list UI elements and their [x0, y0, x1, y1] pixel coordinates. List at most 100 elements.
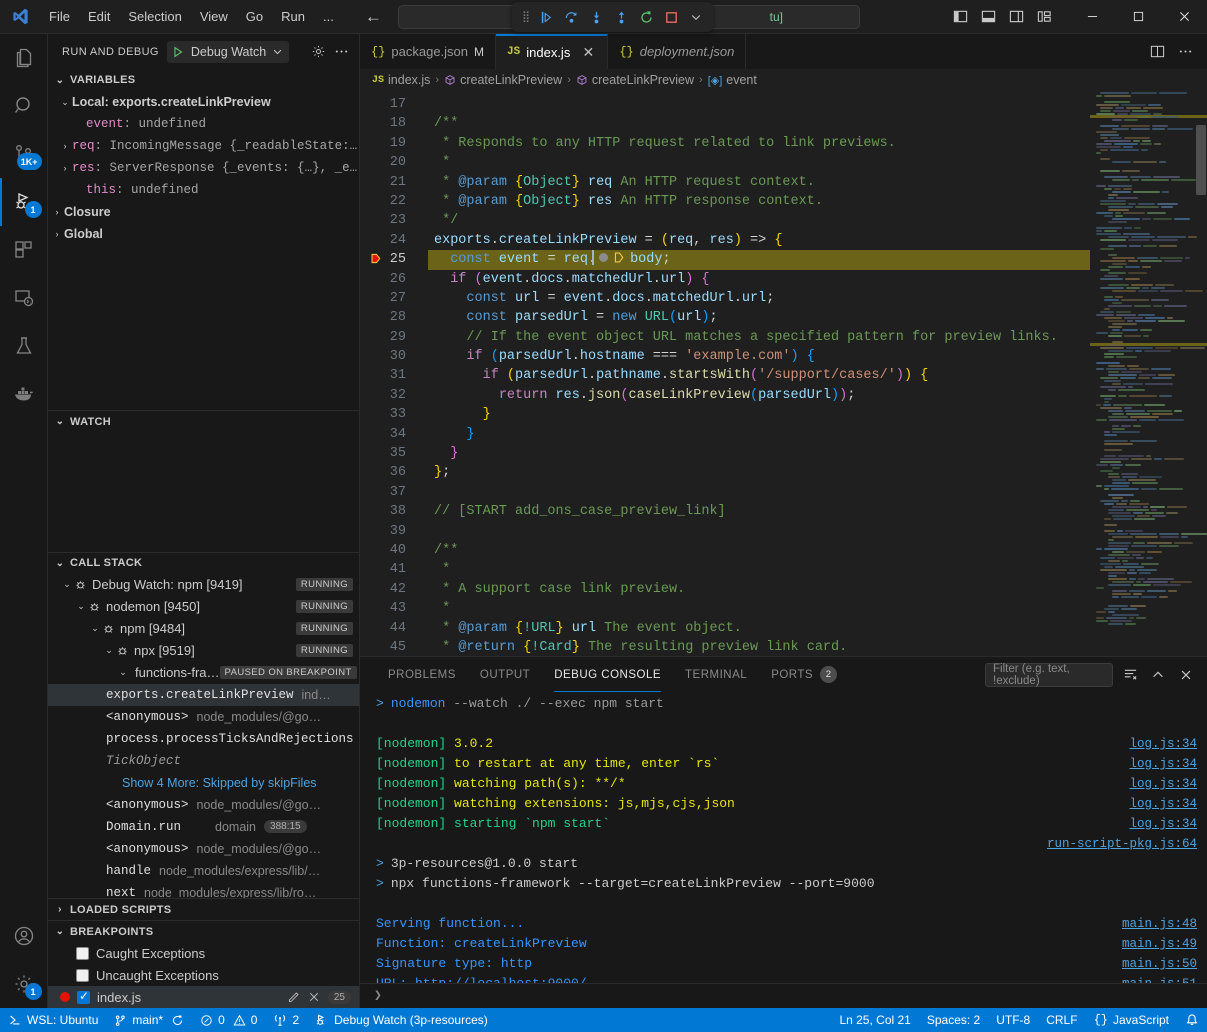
call-stack-frame[interactable]: exports.createLinkPreview ind…	[48, 684, 359, 706]
call-stack-frame[interactable]: TickObject	[48, 750, 359, 772]
line-number[interactable]: 18	[360, 114, 428, 133]
minimap[interactable]	[1090, 91, 1207, 656]
code-line-paused[interactable]: const event = req.body;	[428, 250, 1090, 269]
line-number[interactable]: 38	[360, 502, 428, 521]
chevron-down-icon[interactable]: ⌄	[116, 667, 130, 678]
call-stack-session[interactable]: ⌄ npx [9519] RUNNING	[48, 640, 359, 662]
debug-console-input[interactable]: ❯	[360, 983, 1207, 1008]
line-number[interactable]: 45	[360, 638, 428, 656]
status-git-branch[interactable]: main*	[106, 1008, 192, 1032]
stop-button[interactable]	[660, 6, 682, 28]
code-line[interactable]: }	[428, 444, 1090, 463]
checkbox[interactable]	[76, 947, 89, 960]
code-line[interactable]: if (event.docs.matchedUrl.url) {	[428, 270, 1090, 289]
call-stack-section-header[interactable]: ⌄ CALL STACK	[48, 552, 359, 574]
tab-problems[interactable]: PROBLEMS	[376, 657, 468, 692]
line-number[interactable]: 43	[360, 599, 428, 618]
code-line[interactable]: // If the event object URL matches a spe…	[428, 328, 1090, 347]
variable-row[interactable]: event: undefined	[48, 113, 359, 135]
variables-section-header[interactable]: ⌄ VARIABLES	[48, 69, 359, 91]
status-remote-indicator[interactable]: WSL: Ubuntu	[0, 1008, 106, 1032]
menu-file[interactable]: File	[40, 6, 79, 27]
activity-item-extensions[interactable]	[0, 226, 48, 274]
code-line[interactable]	[428, 95, 1090, 114]
breadcrumb-symbol[interactable]: [◈] event	[708, 73, 757, 87]
code-editor[interactable]: 1718192021222324252627282930313233343536…	[360, 91, 1207, 656]
tab-ports[interactable]: PORTS 2	[759, 657, 849, 692]
close-icon[interactable]: ✕	[580, 44, 596, 61]
collapse-panel-icon[interactable]	[1147, 664, 1169, 686]
step-over-button[interactable]	[560, 6, 582, 28]
code-line[interactable]: *	[428, 599, 1090, 618]
line-number[interactable]: 33	[360, 405, 428, 424]
toggle-primary-sidebar-icon[interactable]	[947, 4, 973, 30]
window-maximize-button[interactable]	[1115, 0, 1161, 34]
customize-layout-icon[interactable]	[1031, 4, 1057, 30]
code-line[interactable]	[428, 522, 1090, 541]
console-source-link[interactable]: main.js:49	[1122, 934, 1197, 954]
line-number[interactable]: 28	[360, 308, 428, 327]
menu-go[interactable]: Go	[237, 6, 272, 27]
activity-item-testing[interactable]	[0, 322, 48, 370]
line-number[interactable]: 40	[360, 541, 428, 560]
window-close-button[interactable]	[1161, 0, 1207, 34]
call-stack-session[interactable]: ⌄ nodemon [9450] RUNNING	[48, 596, 359, 618]
loaded-scripts-section-header[interactable]: › LOADED SCRIPTS	[48, 898, 359, 920]
call-stack-frame[interactable]: process.processTicksAndRejections	[48, 728, 359, 750]
line-number[interactable]: 41	[360, 560, 428, 579]
tab-deployment-json[interactable]: {} deployment.json	[608, 34, 746, 69]
code-line[interactable]: const parsedUrl = new URL(url);	[428, 308, 1090, 327]
chevron-down-icon[interactable]: ⌄	[60, 579, 74, 590]
console-source-link[interactable]: log.js:34	[1129, 734, 1197, 754]
status-indentation[interactable]: Spaces: 2	[919, 1008, 988, 1032]
code-line[interactable]: }	[428, 405, 1090, 424]
restart-button[interactable]	[635, 6, 657, 28]
call-stack-show-more[interactable]: Show 4 More: Skipped by skipFiles	[48, 772, 359, 794]
code-line[interactable]: }	[428, 425, 1090, 444]
breakpoint-file[interactable]: index.js 25	[48, 986, 359, 1008]
line-number[interactable]: 36	[360, 463, 428, 482]
code-line[interactable]: * @param {Object} req An HTTP request co…	[428, 173, 1090, 192]
status-language-mode[interactable]: {} JavaScript	[1086, 1008, 1177, 1032]
sidebar-more-actions-icon[interactable]	[331, 42, 351, 62]
variable-row[interactable]: › req: IncomingMessage {_readableState:…	[48, 135, 359, 157]
console-source-link[interactable]: main.js:51	[1122, 974, 1197, 983]
code-line[interactable]: * @param {!URL} url The event object.	[428, 619, 1090, 638]
console-source-link[interactable]: log.js:34	[1129, 794, 1197, 814]
activity-item-accounts[interactable]	[0, 912, 48, 960]
call-stack-frame[interactable]: <anonymous> node_modules/@go…	[48, 838, 359, 860]
call-stack-frame[interactable]: handle node_modules/express/lib/…	[48, 860, 359, 882]
activity-item-settings[interactable]: 1	[0, 960, 48, 1008]
code-line[interactable]: * @param {Object} res An HTTP response c…	[428, 192, 1090, 211]
console-source-link[interactable]: run-script-pkg.js:64	[1047, 834, 1197, 854]
breakpoint-uncaught-exceptions[interactable]: Uncaught Exceptions	[48, 964, 359, 986]
code-line[interactable]: * @return {!Card} The resulting preview …	[428, 638, 1090, 656]
console-source-link[interactable]: log.js:34	[1129, 754, 1197, 774]
tab-terminal[interactable]: TERMINAL	[673, 657, 759, 692]
status-eol[interactable]: CRLF	[1038, 1008, 1085, 1032]
code-line[interactable]: /**	[428, 114, 1090, 133]
status-notifications[interactable]	[1177, 1008, 1207, 1032]
line-number[interactable]: 26	[360, 270, 428, 289]
chevron-down-icon[interactable]: ⌄	[102, 645, 116, 656]
chevron-down-icon[interactable]: ⌄	[88, 623, 102, 634]
breakpoint-paused-icon[interactable]	[370, 252, 383, 265]
breakpoint-caught-exceptions[interactable]: Caught Exceptions	[48, 942, 359, 964]
line-number[interactable]: 30	[360, 347, 428, 366]
menu-edit[interactable]: Edit	[79, 6, 119, 27]
checkbox[interactable]	[77, 991, 90, 1004]
code-line[interactable]: if (parsedUrl.pathname.startsWith('/supp…	[428, 366, 1090, 385]
line-number[interactable]: 44	[360, 619, 428, 638]
status-problems[interactable]: 0 0	[192, 1008, 265, 1032]
line-number[interactable]: 22	[360, 192, 428, 211]
status-cursor-position[interactable]: Ln 25, Col 21	[831, 1008, 918, 1032]
debug-console-output[interactable]: >nodemon --watch ./ --exec npm start[nod…	[360, 692, 1207, 983]
call-stack-frame[interactable]: <anonymous> node_modules/@go…	[48, 794, 359, 816]
code-line[interactable]: *	[428, 153, 1090, 172]
activity-item-source-control[interactable]: 1K+	[0, 130, 48, 178]
editor-scrollbar[interactable]	[1193, 91, 1207, 656]
console-source-link[interactable]: main.js:48	[1122, 914, 1197, 934]
code-line[interactable]: * Responds to any HTTP request related t…	[428, 134, 1090, 153]
code-line[interactable]: return res.json(caseLinkPreview(parsedUr…	[428, 386, 1090, 405]
variables-scope-global[interactable]: › Global	[48, 223, 359, 245]
